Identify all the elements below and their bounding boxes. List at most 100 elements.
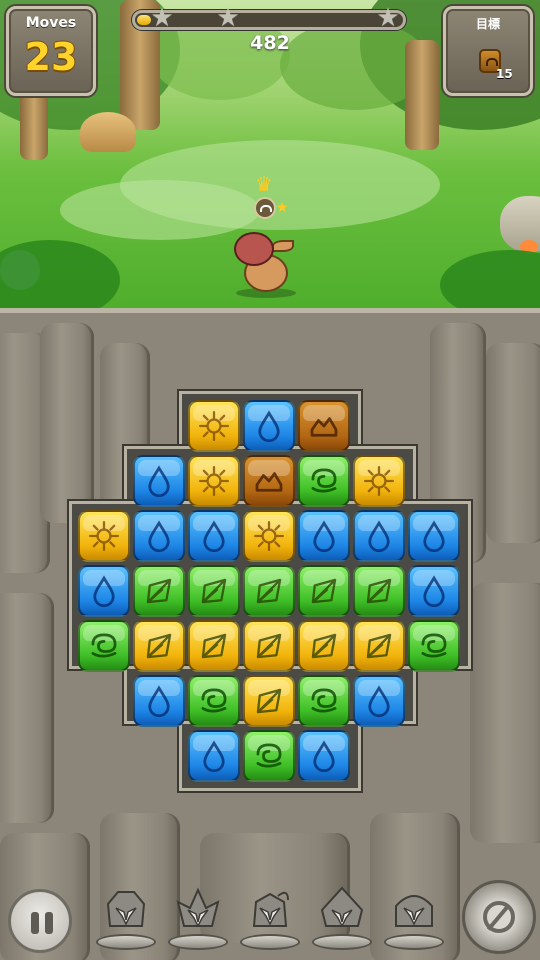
swirl-icon — [421, 633, 447, 658]
tile-green-leaf[interactable] — [188, 565, 240, 617]
pause-button[interactable] — [8, 889, 72, 953]
tile-blue-drop[interactable] — [78, 565, 130, 617]
booster-slot-5[interactable] — [382, 876, 446, 952]
drop-icon — [368, 520, 390, 553]
tile-green-leaf[interactable] — [243, 565, 295, 617]
swirl-icon — [311, 468, 337, 493]
tile-blue-drop[interactable] — [133, 510, 185, 562]
goal-count: 15 — [496, 67, 513, 81]
booster-stone-knight-icon — [252, 891, 289, 927]
sun-icon — [364, 466, 394, 496]
leaf-icon — [201, 578, 227, 604]
creature-character — [226, 226, 306, 298]
score-value: 482 — [250, 32, 290, 54]
booster-slot-3[interactable] — [238, 876, 302, 952]
pause-icon-bar — [45, 912, 53, 934]
mountain-icon — [310, 417, 338, 437]
progress-star-3-icon: ★ — [376, 3, 400, 33]
progress-star-2-icon: ★ — [216, 3, 240, 33]
tile-green-swirl[interactable] — [298, 455, 350, 507]
swirl-icon — [201, 688, 227, 713]
tile-green-leaf[interactable] — [133, 565, 185, 617]
tile-green-leaf[interactable] — [298, 565, 350, 617]
drop-icon — [423, 520, 445, 553]
drop-icon — [368, 685, 390, 718]
leaf-icon — [366, 633, 392, 659]
tile-green-swirl[interactable] — [408, 620, 460, 672]
tile-yellow-sun[interactable] — [188, 455, 240, 507]
tile-green-swirl[interactable] — [78, 620, 130, 672]
tile-blue-drop[interactable] — [353, 510, 405, 562]
booster-stone-wizard-icon — [320, 886, 364, 928]
goal-panel: 目標 15 — [443, 6, 533, 96]
tile-yellow-sun[interactable] — [353, 455, 405, 507]
tile-yellow-sun[interactable] — [188, 400, 240, 452]
swirl-icon — [91, 633, 117, 658]
tile-blue-drop[interactable] — [298, 510, 350, 562]
tile-blue-drop[interactable] — [133, 455, 185, 507]
sun-icon — [254, 521, 284, 551]
leaf-icon — [146, 633, 172, 659]
drop-icon — [93, 575, 115, 608]
tile-yellow-leaf[interactable] — [133, 620, 185, 672]
booster-slot-2[interactable] — [166, 876, 230, 952]
tile-green-leaf[interactable] — [353, 565, 405, 617]
drop-icon — [148, 685, 170, 718]
tile-yellow-leaf[interactable] — [243, 675, 295, 727]
sun-icon — [89, 521, 119, 551]
tile-blue-drop[interactable] — [353, 675, 405, 727]
booster-slot-4[interactable] — [310, 876, 374, 952]
tile-yellow-leaf[interactable] — [243, 620, 295, 672]
score-progress-bar: ★ ★ ★ — [132, 5, 406, 31]
tile-blue-drop[interactable] — [298, 730, 350, 782]
crown-icon: ♛ — [255, 172, 273, 196]
booster-stone-golem-icon — [106, 891, 146, 927]
skill-button[interactable] — [462, 880, 536, 954]
leaf-icon — [201, 633, 227, 659]
drop-icon — [313, 740, 335, 773]
disabled-skill-icon — [483, 901, 515, 933]
drop-icon — [258, 410, 280, 443]
tile-yellow-leaf[interactable] — [188, 620, 240, 672]
tile-blue-drop[interactable] — [408, 565, 460, 617]
booster-stone-winged-icon — [176, 887, 220, 928]
drop-icon — [203, 520, 225, 553]
goal-label: 目標 — [475, 17, 500, 31]
leaf-icon — [256, 633, 282, 659]
tile-yellow-leaf[interactable] — [353, 620, 405, 672]
tile-yellow-leaf[interactable] — [298, 620, 350, 672]
booster-stone-helmet-icon — [395, 895, 433, 927]
tile-blue-drop[interactable] — [133, 675, 185, 727]
moves-value: 23 — [24, 35, 78, 79]
star-icon: ★ — [276, 200, 289, 216]
drop-icon — [148, 465, 170, 498]
moves-panel: Moves 23 — [6, 6, 96, 96]
drop-icon — [423, 575, 445, 608]
leaf-icon — [256, 688, 282, 714]
tile-blue-drop[interactable] — [188, 510, 240, 562]
tile-blue-drop[interactable] — [408, 510, 460, 562]
progress-star-1-icon: ★ — [150, 3, 174, 33]
moves-label: Moves — [25, 15, 77, 31]
leaf-icon — [311, 578, 337, 604]
tile-blue-drop[interactable] — [243, 400, 295, 452]
drop-icon — [148, 520, 170, 553]
leaf-icon — [256, 578, 282, 604]
drop-icon — [313, 520, 335, 553]
pause-icon — [31, 912, 39, 934]
swirl-icon — [311, 688, 337, 713]
drop-icon — [203, 740, 225, 773]
tile-brown-mountain[interactable] — [243, 455, 295, 507]
tile-green-swirl[interactable] — [243, 730, 295, 782]
tile-yellow-sun[interactable] — [243, 510, 295, 562]
tile-yellow-sun[interactable] — [78, 510, 130, 562]
booster-slot-1[interactable] — [94, 876, 158, 952]
swirl-icon — [256, 743, 282, 768]
target-marker-icon — [254, 197, 276, 219]
tile-green-swirl[interactable] — [188, 675, 240, 727]
tile-brown-mountain[interactable] — [298, 400, 350, 452]
tile-green-swirl[interactable] — [298, 675, 350, 727]
sun-icon — [199, 466, 229, 496]
tile-blue-drop[interactable] — [188, 730, 240, 782]
sun-icon — [199, 411, 229, 441]
